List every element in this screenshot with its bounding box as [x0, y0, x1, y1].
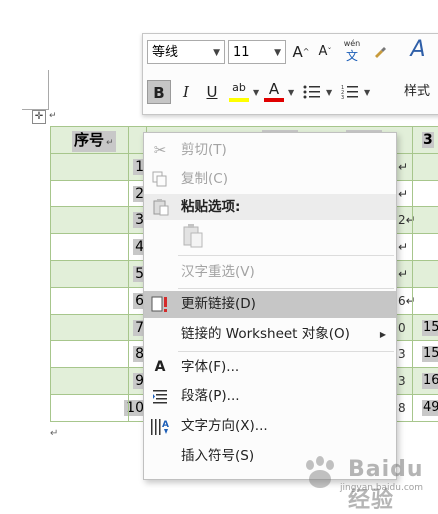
- chevron-down-icon: ▼: [213, 48, 220, 58]
- row-cell-text: 3: [398, 347, 406, 362]
- grid-line: [412, 126, 413, 422]
- scissors-icon: ✂: [153, 141, 167, 159]
- format-painter-button[interactable]: [369, 40, 391, 64]
- row-number-cell[interactable]: 7↵: [80, 315, 158, 341]
- baidu-watermark: Baidu 经验 jingyan.baidu.com: [300, 455, 430, 513]
- menu-item-reconvert[interactable]: 汉字重选(V): [144, 259, 396, 286]
- font-color-bar: [264, 98, 284, 102]
- row-number-cell[interactable]: 8↵: [80, 341, 158, 367]
- menu-item-cut[interactable]: ✂ 剪切(T): [144, 137, 396, 164]
- row-cell-text: 8: [398, 401, 406, 415]
- watermark-url: jingyan.baidu.com: [340, 483, 424, 493]
- grow-font-button[interactable]: A^: [291, 40, 311, 64]
- menu-separator: [178, 288, 394, 289]
- numbering-button[interactable]: 1 2 3: [339, 80, 361, 104]
- svg-text:3: 3: [341, 95, 344, 100]
- row-right-value: 15: [422, 319, 438, 336]
- font-color-icon: A: [268, 80, 280, 98]
- styles-gallery-icon[interactable]: A: [398, 38, 438, 62]
- paste-options-header: 粘贴选项:: [144, 194, 396, 220]
- styles-button[interactable]: 样式: [397, 80, 437, 104]
- format-painter-icon: [375, 47, 386, 58]
- italic-button[interactable]: I: [175, 80, 197, 104]
- copy-icon: [150, 166, 170, 196]
- header-cell-seq[interactable]: 序号 ↵: [72, 131, 116, 152]
- table-move-handle[interactable]: ✛: [32, 110, 46, 124]
- row-cell-text: ↵: [398, 240, 409, 255]
- phonetic-bottom: 文: [345, 49, 358, 63]
- paste-option-button[interactable]: [182, 223, 204, 249]
- menu-separator: [178, 255, 394, 256]
- font-size-combo[interactable]: 11 ▼: [228, 40, 286, 64]
- row-number-cell[interactable]: 5↵: [80, 261, 158, 287]
- chevron-down-icon[interactable]: ▼: [326, 88, 332, 97]
- row-cell-text: ↵: [398, 159, 409, 174]
- svg-text:A: A: [162, 420, 169, 430]
- underline-button[interactable]: U: [201, 80, 223, 104]
- highlight-button[interactable]: ab: [227, 80, 251, 104]
- row-cell-text: 0: [398, 320, 406, 335]
- menu-item-update-link[interactable]: 更新链接(D): [144, 291, 396, 318]
- mini-toolbar: 等线 ▼ 11 ▼ A^ Aˇ wén 文 A B I U ab ▼ A ▼ ▼…: [142, 33, 438, 115]
- grid-line: [50, 126, 51, 422]
- margin-corner-vertical: [48, 70, 49, 110]
- row-number-cell[interactable]: 2↵: [80, 181, 158, 207]
- text-direction-icon: A: [150, 413, 170, 445]
- font-name-value: 等线: [152, 45, 179, 60]
- chevron-down-icon[interactable]: ▼: [288, 88, 294, 97]
- paragraph-mark: ↵: [49, 111, 57, 121]
- row-number-cell[interactable]: 9↵: [80, 368, 158, 394]
- row-cell-text: 6↵: [398, 293, 416, 308]
- font-name-combo[interactable]: 等线 ▼: [147, 40, 225, 64]
- font-color-button[interactable]: A: [263, 80, 285, 104]
- font-icon: A: [154, 359, 166, 375]
- chevron-down-icon: ▼: [274, 48, 281, 58]
- row-right-value: 15: [422, 346, 438, 363]
- font-size-value: 11: [233, 45, 250, 60]
- update-link-icon: [150, 291, 170, 324]
- chevron-down-icon[interactable]: ▼: [364, 88, 370, 97]
- grow-font-icon: A: [292, 43, 303, 61]
- row-right-value: 49: [422, 400, 438, 416]
- row-cell-text: ↵: [398, 267, 409, 281]
- shrink-font-button[interactable]: Aˇ: [315, 40, 335, 64]
- row-number-cell[interactable]: 6↵: [80, 288, 158, 314]
- row-number-cell[interactable]: 10↵: [80, 395, 158, 421]
- header-cell-right: 3: [422, 132, 434, 148]
- baidu-paw-logo: [306, 456, 334, 488]
- menu-item-text-direction[interactable]: A 文字方向(X)...: [144, 413, 396, 440]
- highlight-icon: ab: [232, 81, 246, 94]
- paragraph-icon: [150, 383, 170, 414]
- row-number-cell[interactable]: 4↵: [80, 234, 158, 260]
- row-cell-text: 2↵: [398, 213, 416, 228]
- row-right-value: 16: [422, 373, 438, 390]
- numbered-list-icon: 1 2 3: [341, 85, 358, 101]
- paragraph-mark: ↵: [50, 428, 59, 439]
- menu-item-linked-worksheet[interactable]: 链接的 Worksheet 对象(O) ▶: [144, 321, 396, 348]
- row-number-cell[interactable]: 1↵: [80, 154, 158, 180]
- row-cell-text: 3: [398, 374, 406, 389]
- bullets-button[interactable]: [301, 80, 323, 104]
- highlight-color-bar: [229, 98, 249, 102]
- context-menu: ✂ 剪切(T) 复制(C) 粘贴选项: 汉字重选(V) 更新链接(D) 链接的 …: [143, 132, 397, 480]
- chevron-down-icon[interactable]: ▼: [253, 88, 259, 97]
- bold-button[interactable]: B: [147, 80, 171, 104]
- bullet-list-icon: [303, 85, 320, 99]
- menu-item-font[interactable]: A 字体(F)...: [144, 354, 396, 381]
- submenu-arrow-icon: ▶: [379, 330, 386, 339]
- paste-icon: [183, 224, 203, 248]
- menu-separator: [178, 351, 394, 352]
- row-cell-text: ↵: [398, 186, 409, 201]
- menu-item-copy[interactable]: 复制(C): [144, 166, 396, 193]
- clipboard-icon: [152, 198, 170, 225]
- phonetic-guide-button[interactable]: wén 文: [341, 38, 363, 62]
- menu-item-paragraph[interactable]: 段落(P)...: [144, 383, 396, 410]
- row-number-cell[interactable]: 3↵: [80, 207, 158, 233]
- grid-line: [128, 126, 129, 422]
